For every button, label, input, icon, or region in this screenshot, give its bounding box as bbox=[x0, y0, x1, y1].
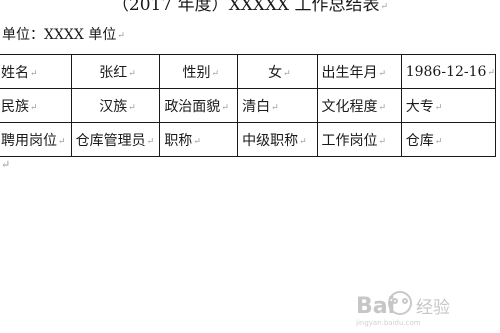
paragraph-mark: ↵ bbox=[378, 68, 387, 79]
table-cell: 清白↵ bbox=[237, 88, 318, 123]
table-cell: 仓库↵ bbox=[400, 122, 497, 157]
table-cell: 姓名↵ bbox=[0, 54, 72, 89]
table-row: 民族↵ 汉族↵ 政治面貌↵ 清白↵ 文化程度↵ 大专↵ bbox=[0, 88, 497, 123]
paragraph-mark: ↵ bbox=[211, 68, 219, 79]
svg-text:经验: 经验 bbox=[416, 298, 450, 318]
paragraph-mark: ↵ bbox=[221, 102, 229, 113]
table-cell: 仓库管理员↵ bbox=[70, 122, 161, 157]
paragraph-mark: ↵ bbox=[434, 136, 443, 147]
paragraph-mark: ↵ bbox=[487, 67, 495, 78]
paragraph-mark: ↵ bbox=[30, 102, 38, 113]
svg-text:Bai: Bai bbox=[356, 294, 395, 319]
table-cell: 1986-12-16↵ bbox=[400, 54, 497, 89]
paragraph-mark: ↵ bbox=[283, 68, 291, 79]
table-cell: 女↵ bbox=[237, 54, 318, 89]
table-cell: 张红↵ bbox=[70, 54, 161, 89]
unit-line: 单位：XXXX 单位↵ bbox=[2, 27, 125, 43]
paragraph-mark: ↵ bbox=[378, 102, 387, 113]
paragraph-mark: ↵ bbox=[299, 136, 307, 147]
paragraph-mark: ↵ bbox=[117, 31, 125, 41]
svg-text:jingyan.baidu.com: jingyan.baidu.com bbox=[355, 319, 421, 327]
table-row: 聘用岗位↵ 仓库管理员↵ 职称↵ 中级职称↵ 工作岗位↵ 仓库↵ bbox=[0, 122, 497, 157]
table-row: 姓名↵ 张红↵ 性别↵ 女↵ 出生年月↵ 1986-12-16↵ bbox=[0, 54, 497, 89]
table-cell: 政治面貌↵ bbox=[159, 88, 239, 123]
paragraph-mark: ↵ bbox=[434, 102, 443, 113]
paragraph-mark: ↵ bbox=[378, 136, 387, 147]
paragraph-mark: ↵ bbox=[128, 102, 136, 113]
paragraph-mark: ↵ bbox=[193, 136, 201, 147]
paragraph-mark: ↵ bbox=[1, 158, 11, 171]
paragraph-mark: ↵ bbox=[380, 2, 389, 12]
table-cell: 民族↵ bbox=[0, 88, 72, 123]
table-cell: 汉族↵ bbox=[70, 88, 161, 123]
info-table: 姓名↵ 张红↵ 性别↵ 女↵ 出生年月↵ 1986-12-16↵ 民族↵ 汉族↵ 政治面貌↵ 清白… bbox=[0, 54, 497, 157]
paragraph-mark: ↵ bbox=[58, 136, 66, 147]
document-page: （2017 年度）XXXXX 工作总结表↵ 单位：XXXX 单位↵ 姓名↵ 张红↵… bbox=[0, 0, 500, 333]
table-cell: 性别↵ bbox=[159, 54, 239, 89]
table-cell: 文化程度↵ bbox=[316, 88, 402, 123]
table-cell: 聘用岗位↵ bbox=[0, 122, 72, 157]
table-cell: 中级职称↵ bbox=[237, 122, 318, 157]
paragraph-mark: ↵ bbox=[146, 136, 155, 147]
table-cell: 大专↵ bbox=[400, 88, 497, 123]
paragraph-mark: ↵ bbox=[271, 102, 279, 113]
document-title: （2017 年度）XXXXX 工作总结表↵ bbox=[111, 0, 389, 15]
table-cell: 工作岗位↵ bbox=[316, 122, 402, 157]
baidu-jingyan-watermark: Bai 经验 jingyan.baidu.com bbox=[355, 291, 450, 327]
table-cell: 出生年月↵ bbox=[316, 54, 402, 89]
table-cell: 职称↵ bbox=[159, 122, 239, 157]
paragraph-mark: ↵ bbox=[128, 68, 136, 79]
paragraph-mark: ↵ bbox=[30, 68, 38, 79]
